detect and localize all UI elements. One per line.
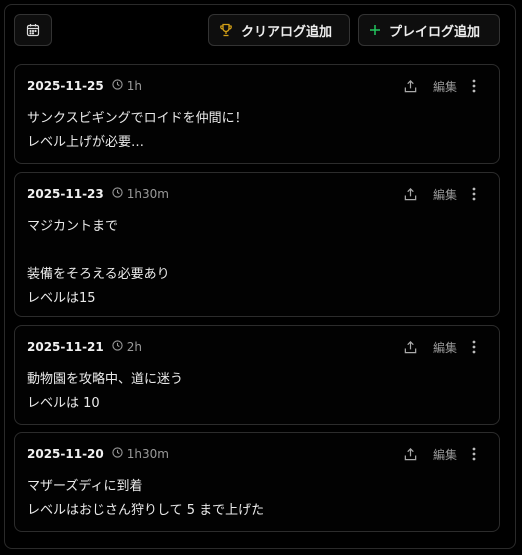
more-options-icon[interactable] xyxy=(471,446,477,462)
log-entry: 2025-11-20 1h30m 編集 マザーズディに到着 レベルはおじさん狩り… xyxy=(14,432,500,532)
entry-note: 動物園を攻略中、道に迷う レベルは 10 xyxy=(27,372,184,411)
add-clear-log-label: クリアログ追加 xyxy=(241,24,333,40)
log-entry: 2025-11-25 1h 編集 サンクスビギングでロイドを仲間に！ レベル上げ… xyxy=(14,64,500,164)
entry-duration: 1h xyxy=(112,79,142,93)
share-icon[interactable] xyxy=(403,339,419,355)
calendar-button[interactable] xyxy=(14,14,52,46)
log-entry: 2025-11-23 1h30m 編集 マジカントまで 装備をそろえる必要あり … xyxy=(14,172,500,317)
share-icon[interactable] xyxy=(403,78,419,94)
share-icon[interactable] xyxy=(403,446,419,462)
entry-date: 2025-11-25 xyxy=(27,79,104,93)
entry-date: 2025-11-20 xyxy=(27,447,104,461)
plus-icon xyxy=(369,24,381,36)
calendar-icon xyxy=(26,23,40,37)
more-options-icon[interactable] xyxy=(471,339,477,355)
edit-button[interactable]: 編集 xyxy=(433,186,457,203)
more-options-icon[interactable] xyxy=(471,78,477,94)
entry-date: 2025-11-23 xyxy=(27,187,104,201)
clock-icon xyxy=(112,447,127,461)
edit-button[interactable]: 編集 xyxy=(433,446,457,463)
add-play-log-label: プレイログ追加 xyxy=(389,24,481,40)
entry-duration: 1h30m xyxy=(112,447,169,461)
clock-icon xyxy=(112,340,127,354)
clock-icon xyxy=(112,187,127,201)
add-clear-log-button[interactable]: クリアログ追加 xyxy=(208,14,350,46)
add-play-log-button[interactable]: プレイログ追加 xyxy=(358,14,500,46)
entry-duration: 2h xyxy=(112,340,142,354)
toolbar: クリアログ追加 プレイログ追加 xyxy=(14,14,506,48)
entry-note: サンクスビギングでロイドを仲間に！ レベル上げが必要… xyxy=(27,111,248,150)
entry-date: 2025-11-21 xyxy=(27,340,104,354)
clock-icon xyxy=(112,79,127,93)
edit-button[interactable]: 編集 xyxy=(433,339,457,356)
edit-button[interactable]: 編集 xyxy=(433,78,457,95)
entry-note: マジカントまで 装備をそろえる必要あり レベルは15 xyxy=(27,219,170,306)
more-options-icon[interactable] xyxy=(471,186,477,202)
log-entry: 2025-11-21 2h 編集 動物園を攻略中、道に迷う レベルは 10 xyxy=(14,325,500,425)
share-icon[interactable] xyxy=(403,186,419,202)
entry-note: マザーズディに到着 レベルはおじさん狩りして 5 まで上げた xyxy=(27,479,265,518)
trophy-icon xyxy=(219,23,233,37)
entry-duration: 1h30m xyxy=(112,187,169,201)
